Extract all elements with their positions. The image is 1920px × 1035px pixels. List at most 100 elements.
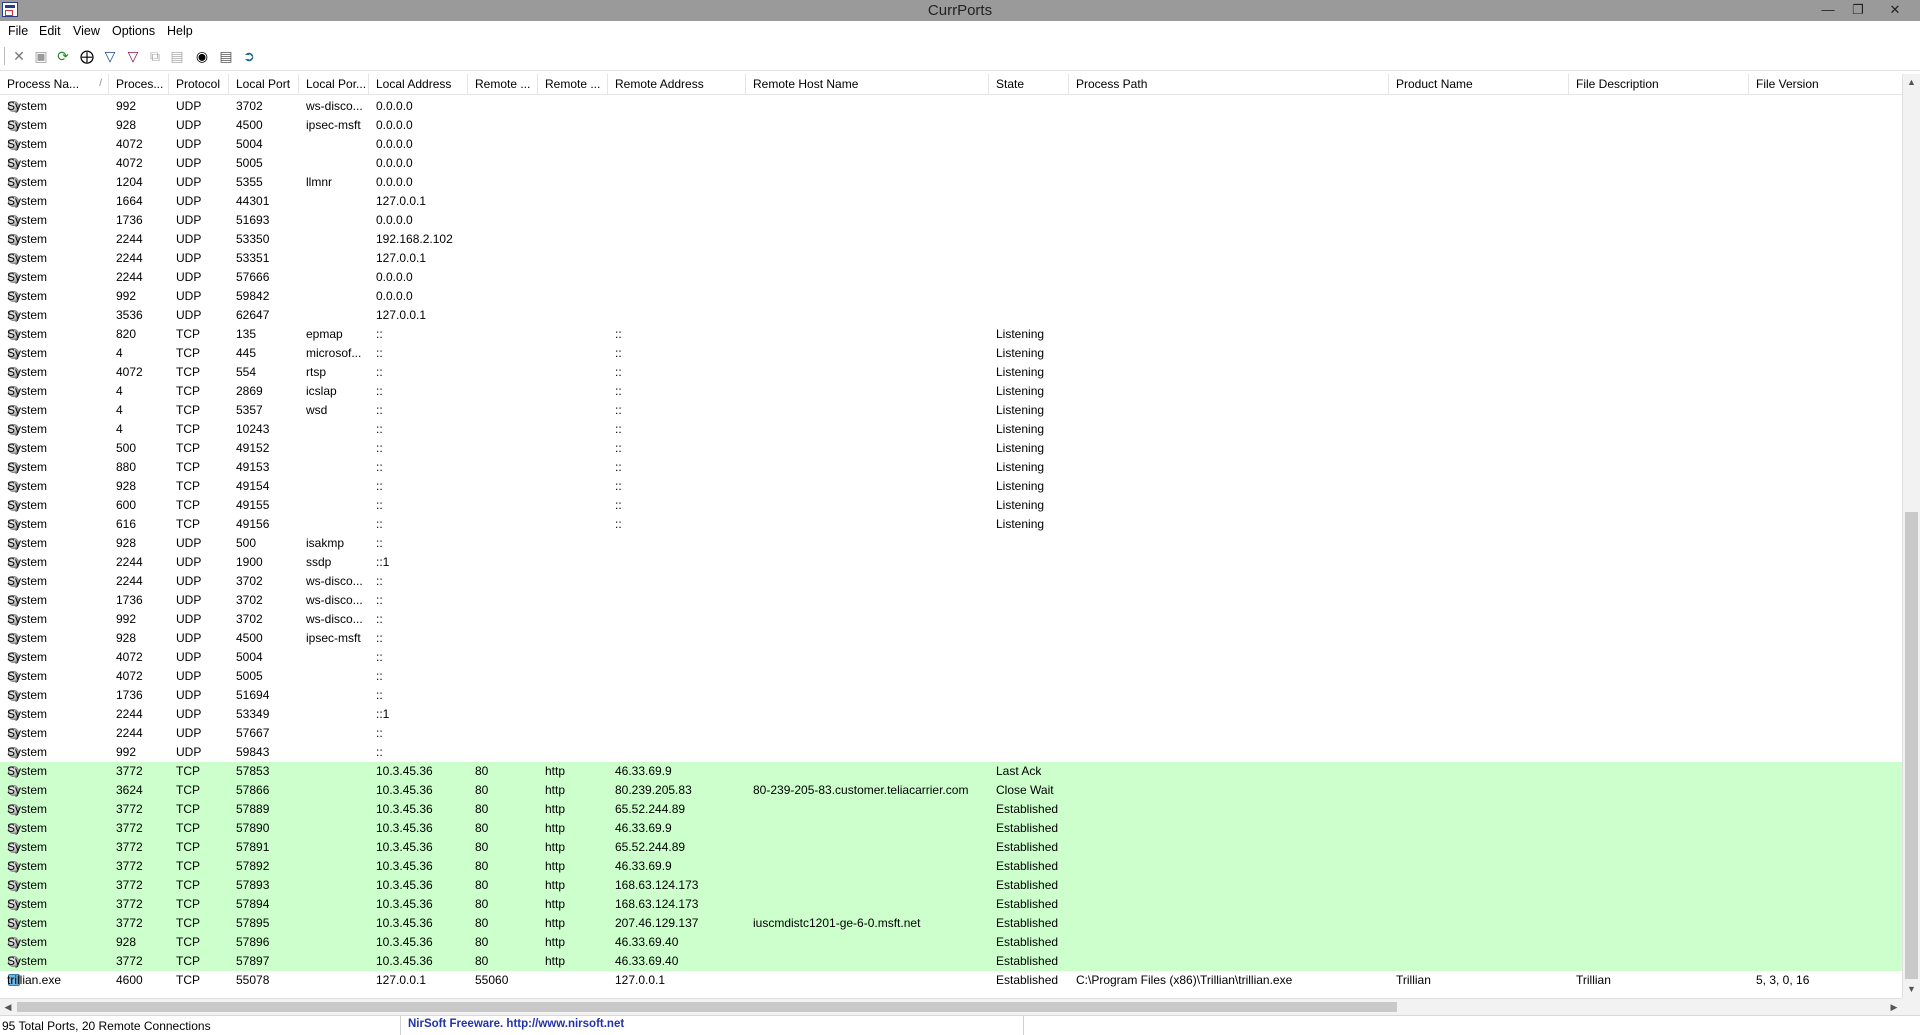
table-row[interactable]: System 928 TCP 49154:::: Listening bbox=[0, 477, 1902, 496]
table-row[interactable]: System 992 UDP 59843:: bbox=[0, 743, 1902, 762]
table-row[interactable]: System 3772 TCP 57892 10.3.45.36 80 http 46.33.… bbox=[0, 857, 1902, 876]
cell-process-id: 3772 bbox=[116, 954, 143, 968]
table-row[interactable]: System 3772 TCP 57894 10.3.45.36 80 http 168.63… bbox=[0, 895, 1902, 914]
table-row[interactable]: System 3772 TCP 57893 10.3.45.36 80 http 168.63… bbox=[0, 876, 1902, 895]
header-local-port[interactable]: Local Port bbox=[229, 74, 299, 94]
filter-icon[interactable]: ▽ bbox=[101, 47, 119, 65]
header-protocol[interactable]: Protocol bbox=[169, 74, 229, 94]
vertical-scrollbar[interactable]: ▲ ▼ bbox=[1902, 74, 1920, 998]
table-row[interactable]: System 3772 TCP 57890 10.3.45.36 80 http 46.33.… bbox=[0, 819, 1902, 838]
table-row[interactable]: System 2244 UDP 1900 ssdp::1 bbox=[0, 553, 1902, 572]
table-row[interactable]: System 3772 TCP 57853 10.3.45.36 80 http 46.33.… bbox=[0, 762, 1902, 781]
filter-add-icon[interactable]: ▽ bbox=[124, 47, 142, 65]
table-row[interactable]: System 992 UDP 3702 ws-disco... 0.0.0.0 bbox=[0, 97, 1902, 116]
menu-edit[interactable]: Edit bbox=[39, 24, 61, 38]
table-row[interactable]: System 3772 TCP 57895 10.3.45.36 80 http 207.46… bbox=[0, 914, 1902, 933]
table-row[interactable]: System 4 TCP 10243:::: Listening bbox=[0, 420, 1902, 439]
table-row[interactable]: System 820 TCP 135 epmap:::: Listening bbox=[0, 325, 1902, 344]
header-process-id[interactable]: Proces... bbox=[109, 74, 169, 94]
scroll-left-icon[interactable]: ◀ bbox=[0, 999, 16, 1015]
table-row[interactable]: System 600 TCP 49155:::: Listening bbox=[0, 496, 1902, 515]
scroll-up-icon[interactable]: ▲ bbox=[1903, 74, 1920, 91]
table-row[interactable]: System 4072 UDP 5004 0.0.0.0 bbox=[0, 135, 1902, 154]
exit-icon[interactable]: ➲ bbox=[240, 47, 258, 65]
menu-options[interactable]: Options bbox=[112, 24, 155, 38]
properties-icon[interactable]: ⨁ bbox=[78, 47, 96, 65]
table-row[interactable]: System 2244 UDP 53349::1 bbox=[0, 705, 1902, 724]
table-row[interactable]: System 616 TCP 49156:::: Listening bbox=[0, 515, 1902, 534]
table-row[interactable]: System 1736 UDP 3702 ws-disco...:: bbox=[0, 591, 1902, 610]
minimize-button[interactable]: — bbox=[1813, 0, 1843, 20]
table-row[interactable]: System 992 UDP 59842 0.0.0.0 bbox=[0, 287, 1902, 306]
table-row[interactable]: System 2244 UDP 57667:: bbox=[0, 724, 1902, 743]
header-file-description[interactable]: File Description bbox=[1569, 74, 1749, 94]
table-row[interactable]: System 1736 UDP 51694:: bbox=[0, 686, 1902, 705]
cell-remote-address bbox=[608, 534, 746, 553]
scroll-right-icon[interactable]: ▶ bbox=[1886, 999, 1902, 1015]
horizontal-scrollbar[interactable]: ◀ ▶ bbox=[0, 998, 1902, 1015]
table-row[interactable]: System 3772 TCP 57897 10.3.45.36 80 http 46.33.… bbox=[0, 952, 1902, 971]
header-remote-address[interactable]: Remote Address bbox=[608, 74, 746, 94]
table-row[interactable]: trillian.exe 4600 TCP 55078 127.0.0.1 55060 12… bbox=[0, 971, 1902, 990]
table-row[interactable]: System 880 TCP 49153:::: Listening bbox=[0, 458, 1902, 477]
close-window-button[interactable]: ✕ bbox=[1880, 0, 1910, 20]
header-remote-host-name[interactable]: Remote Host Name bbox=[746, 74, 989, 94]
table-row[interactable]: System 4 TCP 445 microsof...:::: Listening bbox=[0, 344, 1902, 363]
table-row[interactable]: System 4 TCP 2869 icslap:::: Listening bbox=[0, 382, 1902, 401]
cell-remote-port bbox=[468, 629, 538, 648]
table-row[interactable]: System 2244 UDP 53351 127.0.0.1 bbox=[0, 249, 1902, 268]
table-row[interactable]: System 2244 UDP 3702 ws-disco...:: bbox=[0, 572, 1902, 591]
restore-button[interactable]: ❐ bbox=[1843, 0, 1873, 20]
table-row[interactable]: System 500 TCP 49152:::: Listening bbox=[0, 439, 1902, 458]
table-row[interactable]: System 928 TCP 57896 10.3.45.36 80 http 46.33.6… bbox=[0, 933, 1902, 952]
header-process-path[interactable]: Process Path bbox=[1069, 74, 1389, 94]
refresh-icon[interactable]: ⟳ bbox=[54, 47, 72, 65]
cell-process-path bbox=[1069, 382, 1389, 401]
html-report-icon[interactable]: ▤ bbox=[168, 47, 186, 65]
table-row[interactable]: System 1736 UDP 51693 0.0.0.0 bbox=[0, 211, 1902, 230]
copy-icon[interactable]: ⧉ bbox=[146, 47, 164, 65]
cell-remote-port: 80 bbox=[475, 821, 489, 835]
report-icon[interactable]: ▤ bbox=[217, 47, 235, 65]
header-process-name[interactable]: Process Na... / bbox=[0, 74, 109, 94]
table-row[interactable]: System 928 UDP 4500 ipsec-msft 0.0.0.0 bbox=[0, 116, 1902, 135]
cell-remote-host-name bbox=[746, 97, 989, 116]
table-row[interactable]: System 2244 UDP 57666 0.0.0.0 bbox=[0, 268, 1902, 287]
table-row[interactable]: System 4 TCP 5357 wsd:::: Listening bbox=[0, 401, 1902, 420]
menu-file[interactable]: File bbox=[8, 24, 28, 38]
cell-protocol: UDP bbox=[176, 175, 202, 189]
table-row[interactable]: System 4072 UDP 5005:: bbox=[0, 667, 1902, 686]
find-icon[interactable]: ◉ bbox=[193, 47, 211, 65]
nirsoft-link[interactable]: NirSoft Freeware. http://www.nirsoft.net bbox=[408, 1018, 624, 1030]
menu-help[interactable]: Help bbox=[167, 24, 193, 38]
table-row[interactable]: System 4072 UDP 5005 0.0.0.0 bbox=[0, 154, 1902, 173]
table-row[interactable]: System 3624 TCP 57866 10.3.45.36 80 http 80.239… bbox=[0, 781, 1902, 800]
horizontal-scroll-thumb[interactable] bbox=[17, 1002, 1397, 1012]
table-row[interactable]: System 992 UDP 3702 ws-disco...:: bbox=[0, 610, 1902, 629]
save-icon[interactable]: ▣ bbox=[32, 47, 50, 65]
close-icon[interactable]: ✕ bbox=[10, 47, 28, 65]
table-row[interactable]: System 3536 UDP 62647 127.0.0.1 bbox=[0, 306, 1902, 325]
header-local-port-name[interactable]: Local Por... bbox=[299, 74, 369, 94]
table-row[interactable]: System 3772 TCP 57891 10.3.45.36 80 http 65.52.… bbox=[0, 838, 1902, 857]
header-remote-port[interactable]: Remote ... bbox=[468, 74, 538, 94]
table-row[interactable]: System 928 UDP 4500 ipsec-msft:: bbox=[0, 629, 1902, 648]
header-state[interactable]: State bbox=[989, 74, 1069, 94]
header-local-address[interactable]: Local Address bbox=[369, 74, 468, 94]
table-row[interactable]: System 3772 TCP 57889 10.3.45.36 80 http 65.52.… bbox=[0, 800, 1902, 819]
table-row[interactable]: System 4072 TCP 554 rtsp:::: Listening bbox=[0, 363, 1902, 382]
table-row[interactable]: System 1204 UDP 5355 llmnr 0.0.0.0 bbox=[0, 173, 1902, 192]
ports-list[interactable]: System 992 UDP 3702 ws-disco... 0.0.0.0 System… bbox=[0, 97, 1902, 998]
table-row[interactable]: System 928 UDP 500 isakmp:: bbox=[0, 534, 1902, 553]
vertical-scroll-thumb[interactable] bbox=[1905, 512, 1918, 979]
scroll-down-icon[interactable]: ▼ bbox=[1903, 981, 1920, 998]
table-row[interactable]: System 2244 UDP 53350 192.168.2.102 bbox=[0, 230, 1902, 249]
cell-remote-port-name bbox=[538, 135, 608, 154]
header-file-version[interactable]: File Version bbox=[1749, 74, 1902, 94]
table-row[interactable]: System 4072 UDP 5004:: bbox=[0, 648, 1902, 667]
header-remote-port-name[interactable]: Remote ... bbox=[538, 74, 608, 94]
table-row[interactable]: System 1664 UDP 44301 127.0.0.1 bbox=[0, 192, 1902, 211]
cell-remote-port bbox=[468, 325, 538, 344]
menu-view[interactable]: View bbox=[73, 24, 100, 38]
header-product-name[interactable]: Product Name bbox=[1389, 74, 1569, 94]
